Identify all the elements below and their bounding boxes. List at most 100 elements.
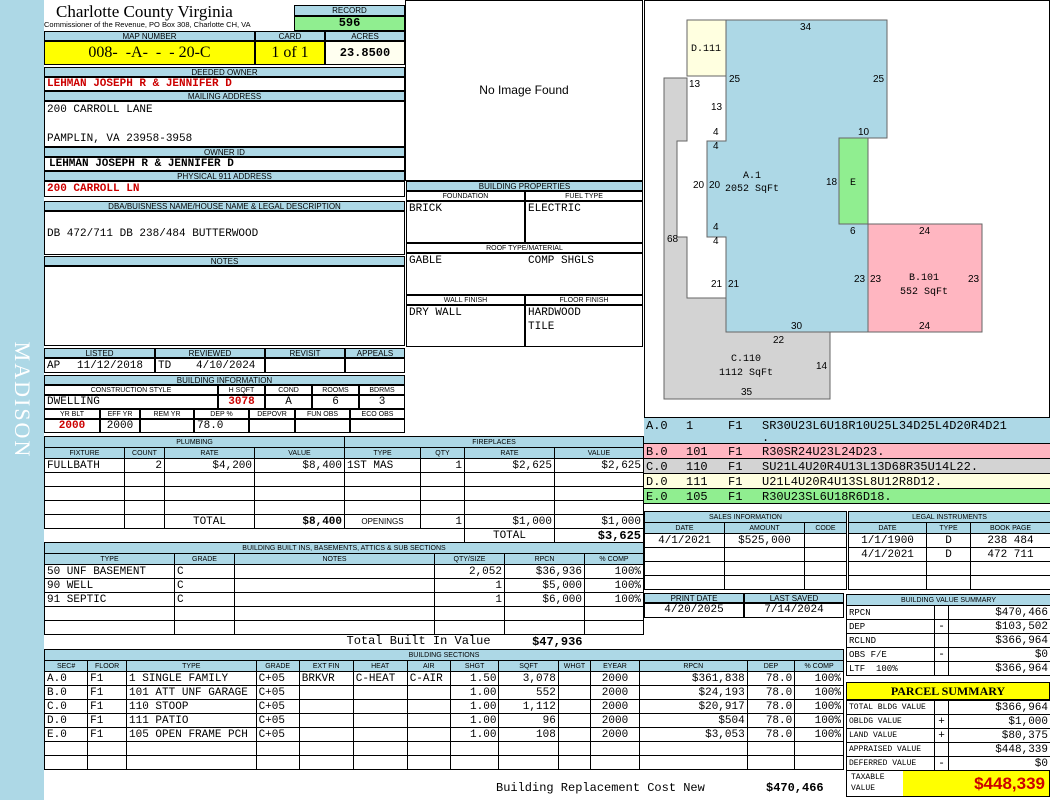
fireplaces-section: FIREPLACES TYPE QTY RATE VALUE 1ST MAS 1…	[343, 436, 645, 543]
sketch-dim: 6	[850, 226, 856, 237]
vector-floor: F1	[728, 490, 743, 504]
value-summary-row: OBS F/E - $0	[846, 647, 1050, 662]
sections-header-9: WHGT	[557, 660, 592, 672]
value-summary-row: RPCN $470,466	[846, 605, 1050, 620]
sketch-dim: 68	[667, 234, 679, 245]
section-cell-grade: C+05	[255, 699, 300, 714]
vector-floor: F1	[728, 445, 743, 459]
value-summary-sign	[934, 661, 949, 676]
value-summary-amount: $366,964	[947, 633, 1050, 648]
taxable-label: TAXABLE VALUE	[851, 773, 885, 793]
taxable-row: TAXABLE VALUE $448,339	[846, 771, 1050, 797]
section-cell-whgt	[557, 671, 592, 686]
section-cell-floor: F1	[87, 685, 128, 700]
section-cell-dep: 78.0	[746, 699, 796, 714]
vector-path-cont: .	[762, 431, 770, 445]
parcel-summary-amount: $80,375	[948, 728, 1050, 743]
section-cell-rpcn: $3,053	[638, 727, 748, 742]
value-summary-amount: $103,502	[947, 619, 1050, 634]
rooms-label: ROOMS	[312, 385, 359, 395]
section-cell-air	[406, 699, 451, 714]
section-cell-shgt: 1.00	[449, 727, 500, 742]
fireplaces-header-type: TYPE	[344, 447, 421, 459]
sketch-vectors: A.0 1 F1 SR30U23L6U18R10U25L34D25L4D20R4…	[644, 418, 1050, 504]
vector-num: 101	[686, 445, 708, 459]
built-in-total: $47,936	[532, 634, 583, 649]
vector-row-a: A.0 1 F1 SR30U23L6U18R10U25L34D25L4D20R4…	[644, 418, 1050, 445]
section-cell-eyear: 2000	[590, 685, 640, 700]
sketch-dim: 34	[800, 22, 812, 33]
section-cell-rpcn: $361,838	[638, 671, 748, 686]
section-cell-air: C-AIR	[406, 671, 451, 686]
sections-header-0: SEC#	[43, 660, 89, 672]
construction-style-label: CONSTRUCTION STYLE	[44, 385, 218, 395]
sketch-dim: 24	[919, 226, 931, 237]
section-cell-grade: C+05	[255, 713, 300, 728]
built-ins-header-rpcn: RPCN	[504, 553, 585, 565]
section-cell-sqft: 3,078	[498, 671, 559, 686]
commissioner-address: Commissioner of the Revenue, PO Box 308,…	[44, 20, 251, 29]
value-summary-amount: $366,964	[947, 661, 1050, 676]
taxable-value: $448,339	[903, 771, 1049, 796]
section-cell-shgt: 1.00	[449, 699, 500, 714]
section-cell-floor: F1	[87, 727, 128, 742]
section-cell-heat	[352, 713, 408, 728]
section-cell-ext-fin	[298, 713, 354, 728]
legal-header-date: DATE	[848, 522, 927, 534]
legal-row: 1/1/1900 D 238 484	[848, 533, 1050, 548]
built-ins-title: BUILDING BUILT INS, BASEMENTS, ATTICS & …	[43, 542, 645, 554]
section-cell-sqft: 1,112	[498, 699, 559, 714]
section-cell-type: 101 ATT UNF GARAGE	[126, 685, 257, 700]
section-cell--comp: 100%	[794, 727, 844, 742]
plumbing-total-label: TOTAL	[164, 514, 255, 529]
deeded-owner-label: DEEDED OWNER	[44, 67, 405, 77]
legal-date: 1/1/1900	[848, 533, 927, 548]
legal-title: LEGAL INSTRUMENTS	[847, 511, 1050, 523]
sketch-area-b101: 552 SqFt	[900, 287, 948, 298]
built-in-type: 91 SEPTIC	[44, 592, 175, 607]
section-cell-grade: C+05	[255, 685, 300, 700]
physical-address: 200 CARROLL LN	[44, 181, 405, 197]
built-in-notes	[234, 578, 435, 593]
built-ins-header-type: TYPE	[44, 553, 175, 565]
section-cell--comp: 100%	[794, 685, 844, 700]
section-cell-grade: C+05	[255, 727, 300, 742]
building-value-summary: BUILDING VALUE SUMMARY RPCN $470,466 DEP…	[845, 594, 1050, 676]
print-date-label: PRINT DATE	[644, 593, 744, 603]
built-ins-section: BUILDING BUILT INS, BASEMENTS, ATTICS & …	[43, 542, 645, 649]
value-summary-label: RPCN	[846, 605, 935, 620]
sketch-dim: 25	[873, 74, 885, 85]
section-cell-sec-: C.0	[43, 699, 89, 714]
sketch-dim: 24	[919, 321, 931, 332]
openings-qty: 1	[420, 514, 465, 529]
legal-type: D	[926, 533, 971, 548]
card-label: CARD	[255, 31, 325, 41]
built-in-qty: 2,052	[434, 564, 505, 579]
sections-header-6: AIR	[406, 660, 451, 672]
sales-header-amount: AMOUNT	[724, 522, 805, 534]
plumbing-fixture: FULLBATH	[44, 458, 125, 473]
plumbing-row: FULLBATH 2 $4,200 $8,400	[44, 458, 345, 473]
vector-row-d: D.0 111 F1 U21L4U20R4U13SL8U12R8D12.	[644, 474, 1050, 489]
wall-finish-value: DRY WALL	[409, 307, 462, 319]
parcel-summary-label: APPRAISED VALUE	[846, 742, 935, 757]
built-in-comp: 100%	[583, 564, 645, 579]
funobs-value	[295, 419, 350, 433]
listed-code: AP	[47, 360, 61, 372]
acres-value: 23.8500	[325, 41, 405, 65]
yrblt-label: YR BLT	[44, 409, 100, 419]
ecoobs-label: ECO OBS	[350, 409, 405, 419]
funobs-label: FUN OBS	[295, 409, 350, 419]
plumbing-value: $8,400	[254, 458, 345, 473]
print-date: 4/20/2025	[644, 603, 744, 618]
listed-label: LISTED	[44, 348, 155, 358]
section-cell-heat: C-HEAT	[352, 671, 408, 686]
deeded-owner: LEHMAN JOSEPH R & JENNIFER D	[44, 77, 405, 91]
sales-amount: $525,000	[724, 533, 805, 548]
parcel-summary-sign: -	[934, 756, 949, 771]
parcel-summary-row: OBLDG VALUE + $1,000	[846, 714, 1050, 729]
vector-path: R30U23SL6U18R6D18.	[762, 490, 892, 504]
card-number: 1 of 1	[255, 41, 325, 65]
sections-header-11: RPCN	[638, 660, 748, 672]
plumbing-header-count: COUNT	[124, 447, 165, 459]
